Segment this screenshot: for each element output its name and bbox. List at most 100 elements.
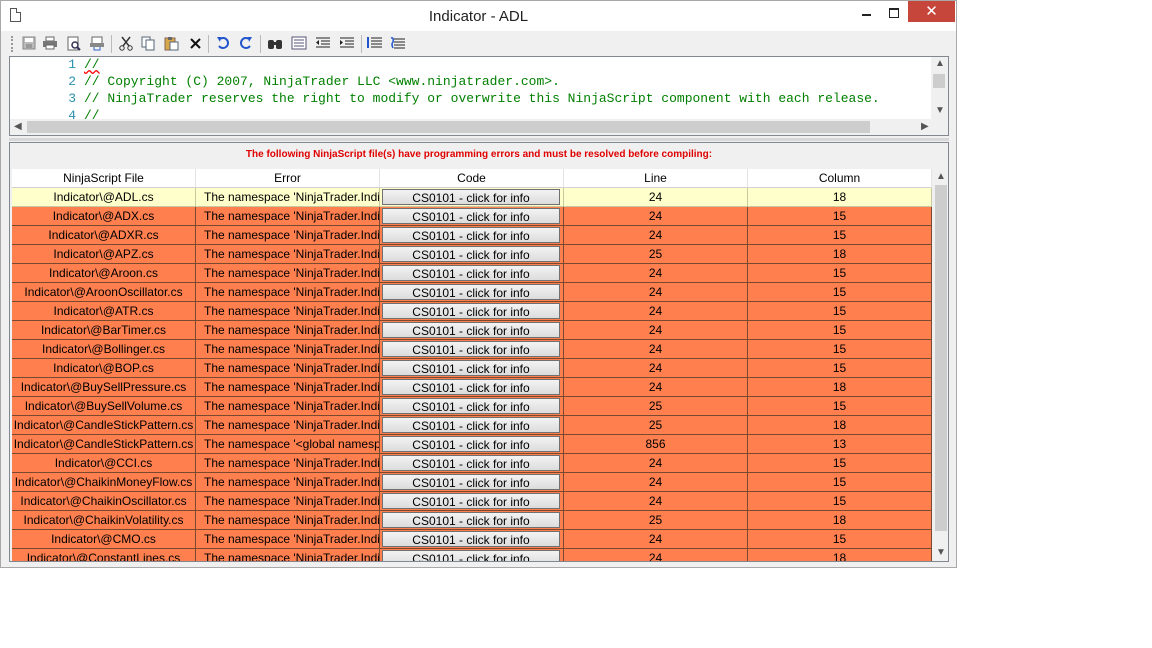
scroll-left-icon[interactable]: ◀: [14, 121, 22, 133]
cell-file[interactable]: Indicator\@BuySellPressure.cs: [12, 378, 196, 397]
column-header-error[interactable]: Error: [196, 169, 380, 188]
cell-column[interactable]: 15: [748, 302, 932, 321]
paste-icon[interactable]: [163, 35, 179, 51]
title-bar[interactable]: Indicator - ADL ✕: [1, 1, 956, 31]
scroll-thumb[interactable]: [933, 74, 945, 88]
error-code-button[interactable]: CS0101 - click for info: [382, 531, 560, 547]
cell-file[interactable]: Indicator\@APZ.cs: [12, 245, 196, 264]
error-code-button[interactable]: CS0101 - click for info: [382, 246, 560, 262]
cell-error[interactable]: The namespace 'NinjaTrader.Indic: [196, 340, 380, 359]
comment-icon[interactable]: [367, 35, 383, 51]
code-line[interactable]: //: [84, 108, 100, 119]
error-code-button[interactable]: CS0101 - click for info: [382, 303, 560, 319]
delete-icon[interactable]: [187, 35, 203, 51]
page-setup-icon[interactable]: [89, 35, 105, 51]
error-code-button[interactable]: CS0101 - click for info: [382, 512, 560, 528]
grid-vertical-scrollbar[interactable]: ▲ ▼: [933, 169, 948, 561]
cell-file[interactable]: Indicator\@ATR.cs: [12, 302, 196, 321]
cell-line[interactable]: 24: [564, 283, 748, 302]
cell-error[interactable]: The namespace 'NinjaTrader.Indic: [196, 397, 380, 416]
error-code-button[interactable]: CS0101 - click for info: [382, 474, 560, 490]
cell-error[interactable]: The namespace 'NinjaTrader.Indic: [196, 416, 380, 435]
cell-error[interactable]: The namespace 'NinjaTrader.Indic: [196, 492, 380, 511]
cell-file[interactable]: Indicator\@ConstantLines.cs: [12, 549, 196, 561]
table-row[interactable]: Indicator\@ADL.cs The namespace 'NinjaTra…: [12, 188, 932, 207]
cell-error[interactable]: The namespace 'NinjaTrader.Indic: [196, 530, 380, 549]
scroll-up-icon[interactable]: ▲: [936, 171, 946, 183]
column-header-file[interactable]: NinjaScript File: [12, 169, 196, 188]
minimize-button[interactable]: [852, 1, 880, 22]
error-code-button[interactable]: CS0101 - click for info: [382, 227, 560, 243]
cell-error[interactable]: The namespace 'NinjaTrader.Indic: [196, 378, 380, 397]
cell-error[interactable]: The namespace '<global namespa: [196, 435, 380, 454]
cell-column[interactable]: 15: [748, 492, 932, 511]
error-code-button[interactable]: CS0101 - click for info: [382, 379, 560, 395]
cell-line[interactable]: 24: [564, 188, 748, 207]
cell-file[interactable]: Indicator\@CCI.cs: [12, 454, 196, 473]
table-row[interactable]: Indicator\@ChaikinVolatility.cs The names…: [12, 511, 932, 530]
copy-icon[interactable]: [140, 35, 156, 51]
cell-line[interactable]: 24: [564, 264, 748, 283]
cell-column[interactable]: 15: [748, 283, 932, 302]
error-code-button[interactable]: CS0101 - click for info: [382, 398, 560, 414]
cell-line[interactable]: 24: [564, 302, 748, 321]
table-row[interactable]: Indicator\@CCI.cs The namespace 'NinjaTra…: [12, 454, 932, 473]
code-editor[interactable]: 1 2 3 4 // // Copyright (C) 2007, NinjaT…: [9, 56, 949, 136]
cell-line[interactable]: 25: [564, 397, 748, 416]
cell-line[interactable]: 24: [564, 549, 748, 561]
cell-line[interactable]: 856: [564, 435, 748, 454]
table-row[interactable]: Indicator\@ADXR.cs The namespace 'NinjaTr…: [12, 226, 932, 245]
replace-icon[interactable]: [291, 35, 307, 51]
outdent-icon[interactable]: [315, 35, 331, 51]
cell-file[interactable]: Indicator\@AroonOscillator.cs: [12, 283, 196, 302]
uncomment-icon[interactable]: [390, 35, 406, 51]
scroll-up-icon[interactable]: ▲: [935, 58, 945, 70]
table-row[interactable]: Indicator\@CandleStickPattern.cs The name…: [12, 416, 932, 435]
table-row[interactable]: Indicator\@BarTimer.cs The namespace 'Nin…: [12, 321, 932, 340]
cell-file[interactable]: Indicator\@ChaikinMoneyFlow.cs: [12, 473, 196, 492]
cell-error[interactable]: The namespace 'NinjaTrader.Indic: [196, 207, 380, 226]
scroll-thumb[interactable]: [27, 121, 870, 133]
cell-error[interactable]: The namespace 'NinjaTrader.Indic: [196, 511, 380, 530]
panel-splitter[interactable]: [9, 138, 949, 141]
cell-column[interactable]: 13: [748, 435, 932, 454]
error-code-button[interactable]: CS0101 - click for info: [382, 284, 560, 300]
editor-vertical-scrollbar[interactable]: ▲ ▼: [931, 57, 948, 119]
cell-error[interactable]: The namespace 'NinjaTrader.Indic: [196, 264, 380, 283]
table-row[interactable]: Indicator\@AroonOscillator.cs The namespa…: [12, 283, 932, 302]
table-row[interactable]: Indicator\@ConstantLines.cs The namespace…: [12, 549, 932, 561]
table-row[interactable]: Indicator\@ATR.cs The namespace 'NinjaTra…: [12, 302, 932, 321]
cell-file[interactable]: Indicator\@Bollinger.cs: [12, 340, 196, 359]
cell-file[interactable]: Indicator\@ChaikinOscillator.cs: [12, 492, 196, 511]
cell-file[interactable]: Indicator\@ADX.cs: [12, 207, 196, 226]
cell-file[interactable]: Indicator\@Aroon.cs: [12, 264, 196, 283]
error-code-button[interactable]: CS0101 - click for info: [382, 455, 560, 471]
cell-column[interactable]: 15: [748, 321, 932, 340]
error-code-button[interactable]: CS0101 - click for info: [382, 550, 560, 561]
cell-column[interactable]: 15: [748, 530, 932, 549]
cell-file[interactable]: Indicator\@CandleStickPattern.cs: [12, 435, 196, 454]
error-code-button[interactable]: CS0101 - click for info: [382, 341, 560, 357]
editor-horizontal-scrollbar[interactable]: ◀ ▶: [10, 119, 948, 135]
table-row[interactable]: Indicator\@ChaikinOscillator.cs The names…: [12, 492, 932, 511]
print-preview-icon[interactable]: [66, 35, 82, 51]
table-row[interactable]: Indicator\@BuySellVolume.cs The namespace…: [12, 397, 932, 416]
cell-column[interactable]: 18: [748, 378, 932, 397]
table-row[interactable]: Indicator\@BOP.cs The namespace 'NinjaTra…: [12, 359, 932, 378]
cell-column[interactable]: 15: [748, 454, 932, 473]
column-header-column[interactable]: Column: [748, 169, 932, 188]
scroll-down-icon[interactable]: ▼: [936, 547, 946, 559]
table-row[interactable]: Indicator\@ADX.cs The namespace 'NinjaTra…: [12, 207, 932, 226]
table-row[interactable]: Indicator\@BuySellPressure.cs The namespa…: [12, 378, 932, 397]
cell-column[interactable]: 15: [748, 264, 932, 283]
print-icon[interactable]: [42, 35, 58, 51]
code-line[interactable]: // Copyright (C) 2007, NinjaTrader LLC <…: [84, 74, 560, 89]
cell-error[interactable]: The namespace 'NinjaTrader.Indic: [196, 473, 380, 492]
cell-column[interactable]: 18: [748, 188, 932, 207]
cut-icon[interactable]: [118, 35, 134, 51]
cell-line[interactable]: 24: [564, 378, 748, 397]
undo-icon[interactable]: [215, 35, 231, 51]
cell-error[interactable]: The namespace 'NinjaTrader.Indic: [196, 359, 380, 378]
cell-column[interactable]: 15: [748, 397, 932, 416]
cell-line[interactable]: 25: [564, 511, 748, 530]
